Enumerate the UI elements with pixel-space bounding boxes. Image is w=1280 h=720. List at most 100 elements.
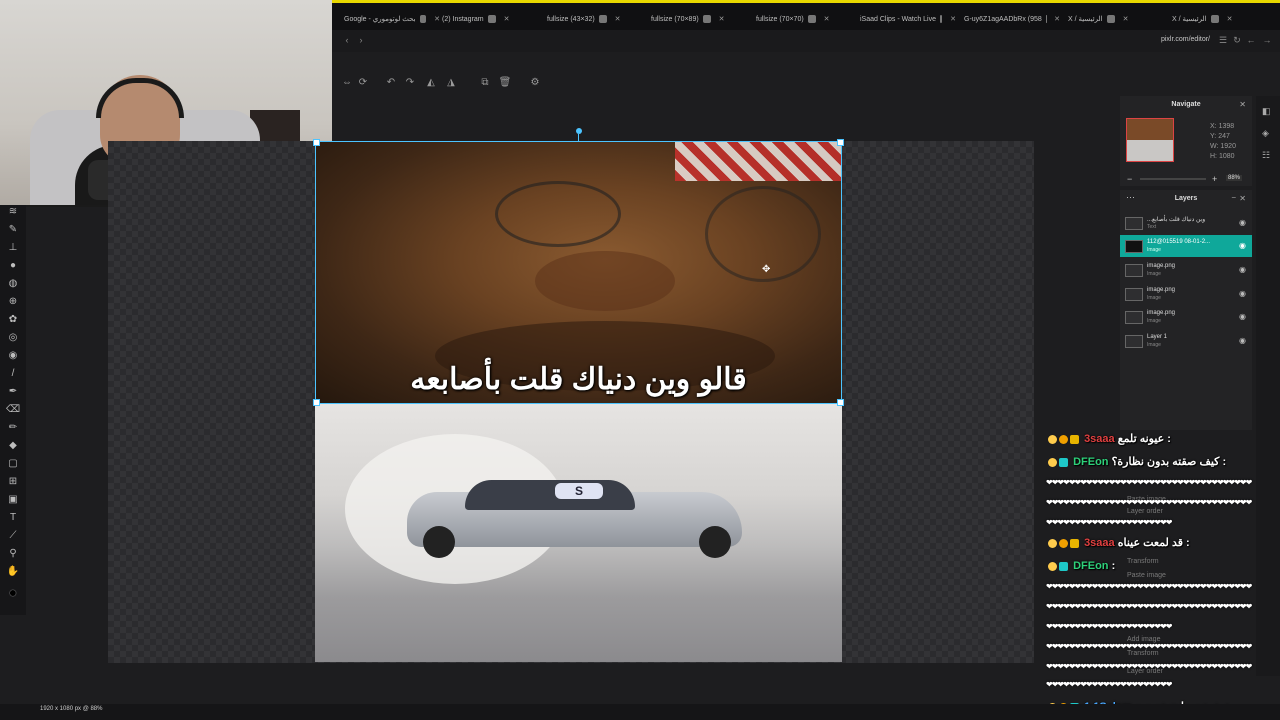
zoom-slider[interactable]	[1140, 178, 1206, 180]
zoom-in-icon[interactable]: +	[1212, 174, 1217, 184]
rotate-handle[interactable]	[576, 128, 582, 134]
sponge-icon[interactable]: ◍	[6, 277, 20, 291]
navigator-thumbnail[interactable]	[1126, 118, 1174, 162]
globe-icon[interactable]: ⊕	[6, 295, 20, 309]
nudge-icon[interactable]: ⇔	[340, 76, 354, 90]
back-icon[interactable]: ‹	[342, 35, 352, 45]
adjust-toggle-icon[interactable]: ☷	[1262, 150, 1270, 161]
zoom-icon[interactable]: ⚲	[6, 547, 20, 561]
rotate-icon[interactable]: ⟳	[356, 76, 370, 90]
layer-row[interactable]: image.png Image ◉	[1120, 283, 1252, 305]
browser-tab[interactable]: G-uy6Z1agAADbRx (958 ✕	[964, 11, 1060, 27]
settings-gear-icon[interactable]: ⚙	[528, 76, 542, 90]
tab-close-icon[interactable]: ✕	[824, 15, 830, 23]
tab-close-icon[interactable]: ✕	[434, 15, 440, 23]
fill-icon[interactable]: ◆	[6, 439, 20, 453]
browser-tab[interactable]: fullsize (70×89) ✕	[651, 11, 747, 27]
dodge-icon[interactable]: ◉	[6, 349, 20, 363]
flower-icon[interactable]: ✿	[6, 313, 20, 327]
eye-icon[interactable]: ◉	[1239, 312, 1246, 321]
chat-emote-line: ❤❤❤❤❤❤❤❤❤❤❤❤❤❤❤❤❤❤❤❤❤❤❤❤❤❤❤❤❤❤❤❤❤❤❤❤	[1046, 602, 1252, 611]
resize-handle[interactable]	[313, 399, 320, 406]
layer-type: Image	[1147, 342, 1161, 348]
close-icon[interactable]: ✕	[1239, 194, 1246, 203]
tab-close-icon[interactable]: ✕	[950, 15, 956, 23]
text-icon[interactable]: T	[6, 511, 20, 525]
tab-close-icon[interactable]: ✕	[615, 15, 621, 23]
stamp-icon[interactable]: ⊥	[6, 241, 20, 255]
tab-favicon-icon	[807, 15, 816, 23]
layer-row[interactable]: ...وين دنياك قلت بأصابع Text ◉	[1120, 212, 1252, 234]
chat-emote-line: ❤❤❤❤❤❤❤❤❤❤❤❤❤❤❤❤❤❤❤❤❤❤	[1046, 680, 1172, 689]
pen-icon[interactable]: ✒	[6, 385, 20, 399]
undo-icon[interactable]: ↶	[384, 76, 398, 90]
resize-handle[interactable]	[313, 139, 320, 146]
close-icon[interactable]: ✕	[1239, 100, 1246, 109]
duplicate-icon[interactable]: ⧉	[478, 76, 492, 90]
redo-icon[interactable]: ↷	[403, 76, 417, 90]
eye-icon[interactable]: ◉	[1239, 241, 1246, 250]
zoom-level[interactable]: 88%	[1226, 175, 1243, 181]
url-text[interactable]: pixlr.com/editor/	[1161, 36, 1210, 43]
liquify-icon[interactable]: ≋	[6, 205, 20, 219]
eye-icon[interactable]: ◉	[1239, 218, 1246, 227]
tab-search-icon[interactable]: ☰	[1218, 35, 1228, 45]
tab-label: fullsize (43×32)	[547, 15, 595, 23]
eye-icon[interactable]: ◉	[1239, 336, 1246, 345]
layer-row[interactable]: image.png Image ◉	[1120, 306, 1252, 328]
layer-row[interactable]: Layer 1 Image ◉	[1120, 330, 1252, 352]
crop-icon[interactable]: ⊞	[6, 475, 20, 489]
layer-row[interactable]: image.png Image ◉	[1120, 259, 1252, 281]
hand-icon[interactable]: ✋	[6, 565, 20, 579]
brush-icon[interactable]: /	[6, 367, 20, 381]
panel-toggle-icon[interactable]: ◧	[1262, 106, 1271, 117]
color-swatch-icon[interactable]: ●	[6, 585, 20, 599]
browser-tab[interactable]: fullsize (43×32) ✕	[547, 11, 643, 27]
draw-icon[interactable]: ✎	[6, 223, 20, 237]
delete-icon[interactable]: 🗑	[498, 76, 512, 90]
layer-name: ...وين دنياك قلت بأصابع	[1147, 217, 1206, 223]
eyedropper-icon[interactable]: ⟋	[6, 529, 20, 543]
browser-tab[interactable]: (2) Instagram ✕	[442, 11, 538, 27]
forward-icon[interactable]: ›	[356, 35, 366, 45]
eraser-icon[interactable]: ⌫	[6, 403, 20, 417]
resize-handle[interactable]	[837, 399, 844, 406]
y-label: Y:	[1210, 133, 1217, 140]
cutout-icon[interactable]: ▣	[6, 493, 20, 507]
browser-tab[interactable]: iSaad Clips - Watch Live ✕	[860, 11, 956, 27]
address-bar[interactable]: ‹ › pixlr.com/editor/ ☰ ↻ ← →	[332, 30, 1280, 53]
tab-close-icon[interactable]: ✕	[719, 15, 725, 23]
layer-type: Image	[1147, 295, 1161, 301]
layers-toggle-icon[interactable]: ◈	[1262, 128, 1269, 139]
layer-thumbnail	[1125, 311, 1143, 324]
pencil-icon[interactable]: ✏	[6, 421, 20, 435]
drop-icon[interactable]: ●	[6, 259, 20, 273]
browser-tab[interactable]: Google - بحث لوتوموري ✕	[344, 11, 440, 27]
tab-close-icon[interactable]: ✕	[1227, 15, 1233, 23]
browser-tab[interactable]: fullsize (70×70) ✕	[756, 11, 852, 27]
minimize-icon[interactable]: −	[1231, 193, 1236, 202]
zoom-out-icon[interactable]: −	[1127, 174, 1132, 184]
navigate-title: Navigate	[1171, 101, 1201, 108]
tab-close-icon[interactable]: ✕	[1123, 15, 1129, 23]
eye-icon[interactable]: ◉	[1239, 265, 1246, 274]
reload-icon[interactable]: ↻	[1232, 35, 1242, 45]
eye-icon[interactable]: ◉	[1239, 289, 1246, 298]
resize-handle[interactable]	[837, 139, 844, 146]
tab-close-icon[interactable]: ✕	[504, 15, 510, 23]
shape-icon[interactable]: ▢	[6, 457, 20, 471]
back-arrow-icon[interactable]: ←	[1246, 35, 1256, 45]
car-photo-layer[interactable]: S	[315, 404, 842, 662]
layer-thumbnail	[1125, 264, 1143, 277]
flip-vertical-icon[interactable]: ◮	[444, 76, 458, 90]
layer-row-active[interactable]: 112@015519 08-01-2... Image ◉	[1120, 235, 1252, 257]
flip-horizontal-icon[interactable]: ◭	[424, 76, 438, 90]
browser-tab[interactable]: X / الرئيسية ✕	[1068, 11, 1164, 27]
chat-message: DFEon كيف صقته بدون نظارة؟ :	[1048, 455, 1226, 468]
browser-tab[interactable]: X / الرئيسية ✕	[1172, 11, 1268, 27]
tab-close-icon[interactable]: ✕	[1054, 15, 1060, 23]
chat-username: 3saaa	[1084, 433, 1115, 445]
forward-arrow-icon[interactable]: →	[1262, 35, 1272, 45]
y-value: 247	[1218, 133, 1230, 140]
heal-icon[interactable]: ◎	[6, 331, 20, 345]
